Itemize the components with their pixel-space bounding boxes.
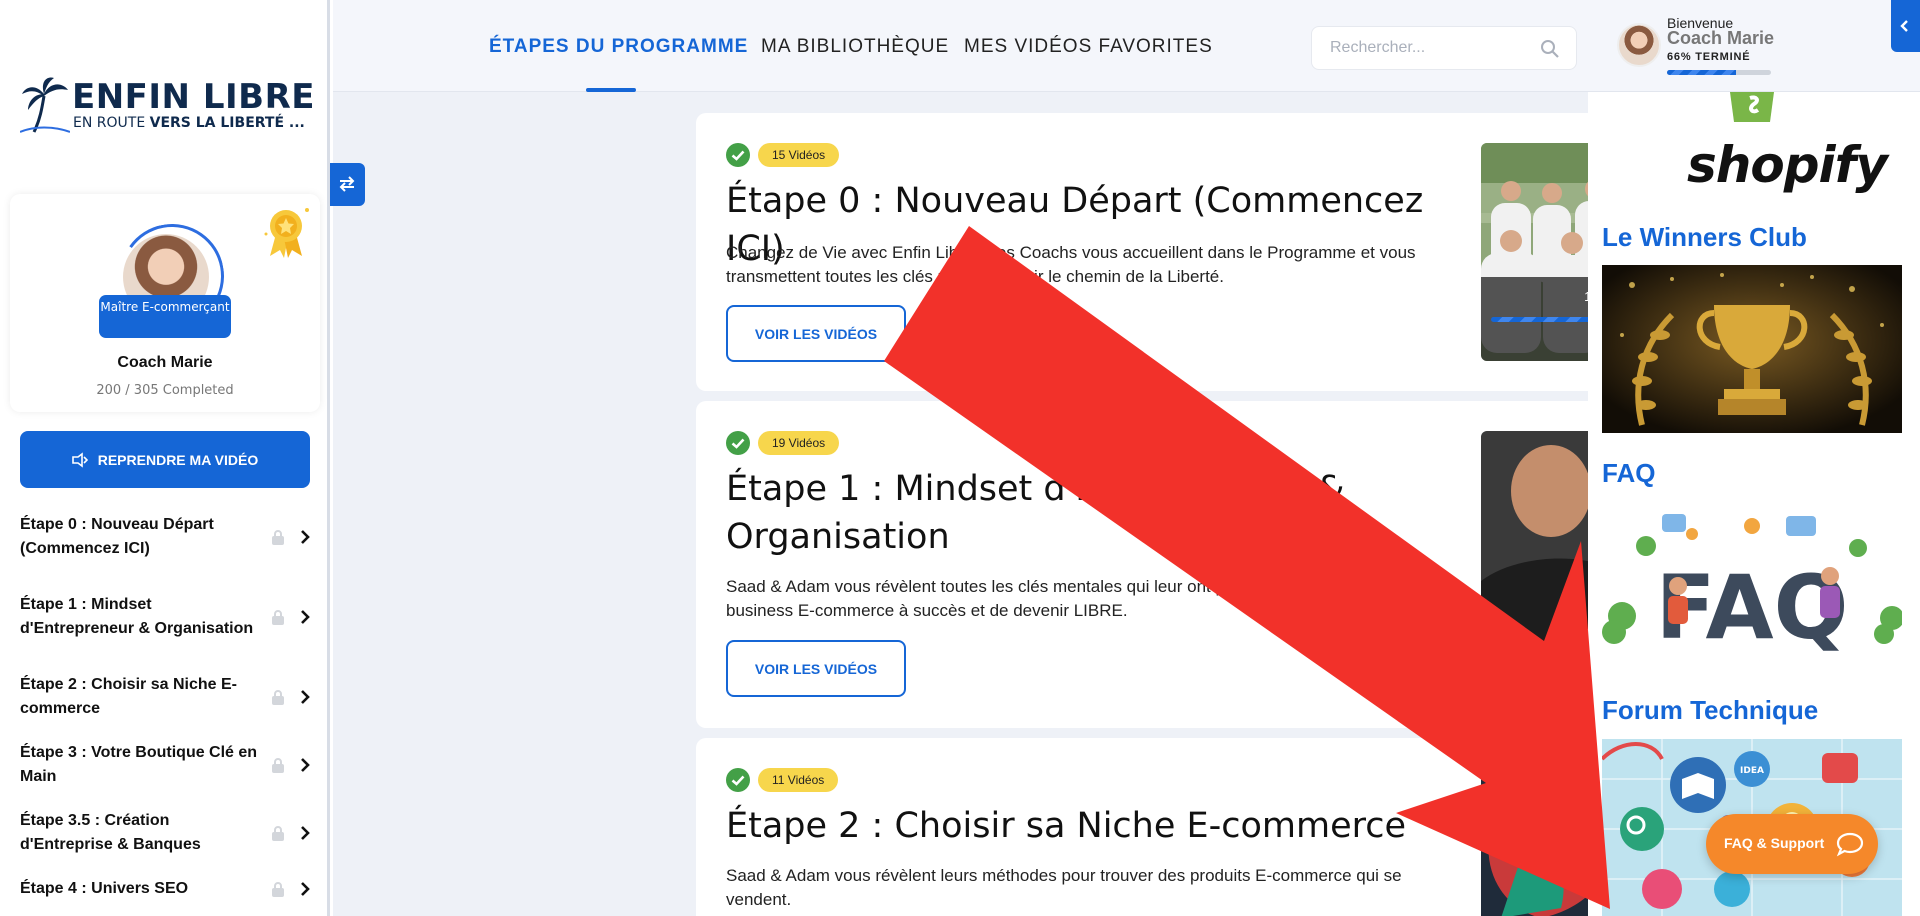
chat-bubble-icon: [1836, 832, 1864, 857]
resume-video-label: REPRENDRE MA VIDÉO: [97, 451, 259, 468]
sidebar-item-label: Étape 0 : Nouveau Départ (Commencez ICI): [20, 516, 214, 557]
step-title[interactable]: Étape 1 : Mindset d'Entrepreneur & Organ…: [726, 465, 1446, 561]
view-videos-button[interactable]: VOIR LES VIDÉOS: [726, 640, 906, 697]
sidebar-item-etape-2[interactable]: Étape 2 : Choisir sa Niche E-commerce: [20, 673, 320, 721]
shopify-bag-icon: [1730, 92, 1774, 122]
medal-icon: [264, 208, 309, 258]
search-icon[interactable]: [1540, 39, 1560, 59]
winners-club-title[interactable]: Le Winners Club: [1602, 222, 1807, 253]
user-progress-bar: [1667, 70, 1771, 75]
search-input[interactable]: [1330, 37, 1530, 59]
right-rail: shopify Le Winners Club FAQ FAQ Forum Te…: [1588, 92, 1920, 916]
chevron-right-icon[interactable]: [299, 825, 311, 841]
video-count-badge: 19 Vidéos: [758, 431, 840, 455]
chevron-right-icon[interactable]: [299, 757, 311, 773]
check-circle-icon: [726, 143, 750, 167]
check-circle-icon: [726, 768, 750, 792]
sidebar-item-label: Étape 3 : Votre Boutique Clé en Main: [20, 744, 258, 785]
sidebar-item-etape-1[interactable]: Étape 1 : Mindset d'Entrepreneur & Organ…: [20, 581, 320, 653]
step-description: Saad & Adam vous révèlent leurs méthodes…: [726, 866, 1402, 909]
sidebar-item-label: Étape 1 : Mindset d'Entrepreneur & Organ…: [20, 596, 254, 637]
chevron-left-icon: [1900, 20, 1908, 32]
profile-card: Maître E-commerçant Coach Marie 200 / 30…: [10, 194, 320, 412]
brand-title: ENFIN LIBRE: [72, 77, 315, 117]
step-description: Saad & Adam vous révèlent toutes les clé…: [726, 577, 1394, 620]
toggle-sidebar-button[interactable]: [330, 163, 365, 206]
lock-icon: [272, 758, 284, 773]
tab-etapes-du-programme[interactable]: ÉTAPES DU PROGRAMME: [489, 36, 748, 58]
forum-technique-title[interactable]: Forum Technique: [1602, 695, 1818, 726]
sidebar-item-etape-3[interactable]: Étape 3 : Votre Boutique Clé en Main: [20, 741, 320, 789]
active-tab-indicator: [586, 88, 636, 92]
faq-support-button[interactable]: FAQ & Support: [1706, 814, 1878, 874]
shopify-banner[interactable]: shopify: [1602, 92, 1902, 202]
step-title[interactable]: Étape 2 : Choisir sa Niche E-commerce: [726, 802, 1446, 850]
chevron-right-icon[interactable]: [299, 881, 311, 897]
sidebar-item-etape-4[interactable]: Étape 4 : Univers SEO: [20, 877, 320, 901]
user-completion-label: 66% TERMINÉ: [1667, 51, 1751, 63]
swap-arrows-icon: [339, 176, 355, 192]
palm-tree-icon: [20, 77, 70, 133]
profile-progress-text: 200 / 305 Completed: [96, 383, 234, 398]
lock-icon: [272, 882, 284, 897]
tab-mes-videos-favorites[interactable]: MES VIDÉOS FAVORITES: [964, 36, 1213, 58]
tab-ma-bibliotheque[interactable]: MA BIBLIOTHÈQUE: [761, 36, 949, 58]
forum-bubble-text: IDEA: [1740, 766, 1764, 776]
faq-title[interactable]: FAQ: [1602, 458, 1655, 489]
profile-name: Coach Marie: [117, 354, 213, 371]
sidebar-item-etape-3-5[interactable]: Étape 3.5 : Création d'Entreprise & Banq…: [20, 809, 320, 857]
search-box[interactable]: [1311, 26, 1577, 70]
chevron-right-icon[interactable]: [299, 689, 311, 705]
sidebar: ENFIN LIBRE EN ROUTE VERS LA LIBERTÉ ...…: [0, 0, 330, 916]
faq-image[interactable]: FAQ: [1602, 506, 1902, 656]
user-avatar[interactable]: [1617, 23, 1661, 67]
check-circle-icon: [726, 431, 750, 455]
faq-support-label: FAQ & Support: [1724, 835, 1825, 851]
chevron-right-icon[interactable]: [299, 609, 311, 625]
chevron-right-icon[interactable]: [299, 529, 311, 545]
video-count-badge: 15 Vidéos: [758, 143, 840, 167]
view-videos-button[interactable]: VOIR LES VIDÉOS: [726, 305, 906, 362]
sidebar-item-label: Étape 3.5 : Création d'Entreprise & Banq…: [20, 812, 201, 853]
shopify-wordmark: shopify: [1687, 136, 1888, 194]
lock-icon: [272, 690, 284, 705]
lock-icon: [272, 530, 284, 545]
winners-club-image[interactable]: [1602, 265, 1902, 433]
resume-video-icon: [71, 451, 88, 468]
brand-subtitle-bold: VERS LA LIBERTÉ ...: [149, 115, 305, 131]
lock-icon: [272, 826, 284, 841]
lock-icon: [272, 610, 284, 625]
sidebar-item-etape-0[interactable]: Étape 0 : Nouveau Départ (Commencez ICI): [20, 513, 320, 561]
user-name[interactable]: Coach Marie: [1667, 28, 1774, 49]
brand-subtitle: EN ROUTE VERS LA LIBERTÉ ...: [73, 115, 305, 131]
rank-badge: Maître E-commerçant: [99, 295, 231, 338]
sidebar-item-label: Étape 2 : Choisir sa Niche E-commerce: [20, 676, 237, 717]
user-progress-fill: [1667, 70, 1736, 75]
video-count-badge: 11 Vidéos: [758, 768, 839, 792]
brand-logo[interactable]: ENFIN LIBRE EN ROUTE VERS LA LIBERTÉ ...: [20, 74, 315, 134]
top-bar: ÉTAPES DU PROGRAMME MA BIBLIOTHÈQUE MES …: [333, 0, 1920, 92]
brand-subtitle-plain: EN ROUTE: [73, 115, 150, 131]
collapse-panel-button[interactable]: [1891, 0, 1920, 52]
sidebar-item-label: Étape 4 : Univers SEO: [20, 880, 189, 897]
resume-video-button[interactable]: REPRENDRE MA VIDÉO: [20, 431, 310, 488]
step-description: Changez de Vie avec Enfin Libre : Les Co…: [726, 243, 1416, 286]
